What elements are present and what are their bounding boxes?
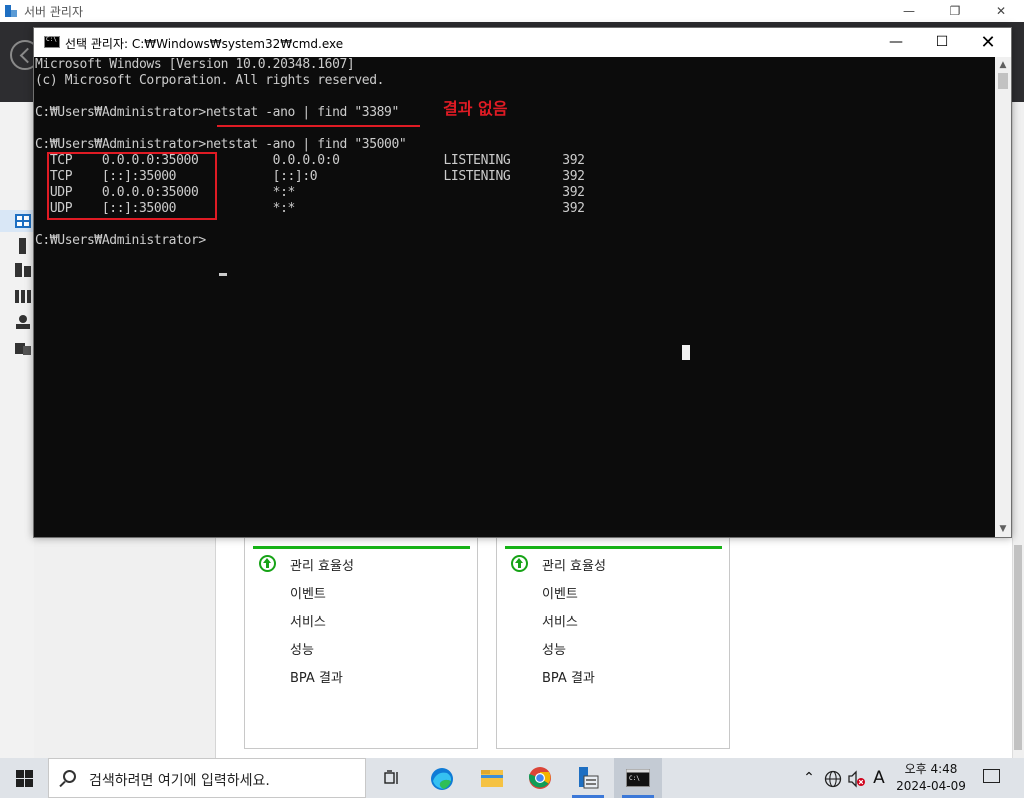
cmd-icon: C:\ [626, 769, 650, 787]
cmd-maximize-button[interactable]: ☐ [919, 28, 965, 57]
taskbar-clock[interactable]: 오후 4:48 2024-04-09 [890, 761, 972, 795]
taskbar-file-explorer-button[interactable] [468, 758, 516, 798]
tile-item-manageability[interactable]: 관리 효율성 [290, 555, 354, 574]
up-arrow-icon [511, 555, 528, 572]
cmd-app-icon [44, 36, 60, 48]
tile-item-events[interactable]: 이벤트 [542, 583, 578, 602]
cmd-console-output[interactable]: Microsoft Windows [Version 10.0.20348.16… [34, 57, 995, 537]
cmd-scrollbar[interactable]: ▲ ▼ [995, 57, 1011, 537]
all-servers-icon[interactable] [14, 262, 32, 278]
text-caret-pointer [682, 345, 690, 360]
start-button[interactable] [0, 758, 46, 798]
clock-date: 2024-04-09 [896, 779, 966, 793]
tile-item-bpa-results[interactable]: BPA 결과 [542, 667, 595, 686]
server-manager-minimize-button[interactable]: — [886, 0, 932, 22]
annotation-underline [217, 125, 420, 127]
file-explorer-icon [481, 770, 503, 787]
windows-logo-icon [25, 770, 33, 778]
console-line: Microsoft Windows [Version 10.0.20348.16… [35, 57, 355, 72]
taskbar: 검색하려면 여기에 입력하세요. C:\ ⌃ A 오후 4:48 2024-04… [0, 758, 1024, 798]
taskbar-server-manager-button[interactable] [564, 758, 612, 798]
server-manager-titlebar: 서버 관리자 — ❐ ✕ [0, 0, 1024, 22]
tile-item-services[interactable]: 서비스 [290, 611, 326, 630]
server-tile: 관리 효율성 이벤트 서비스 성능 BPA 결과 [244, 536, 478, 749]
chrome-browser-icon [529, 767, 551, 789]
console-line: (c) Microsoft Corporation. All rights re… [35, 73, 385, 88]
cmd-title: 선택 관리자: C:₩Windows₩system32₩cmd.exe [65, 37, 344, 51]
windows-logo-icon [25, 779, 33, 787]
cmd-close-button[interactable]: ✕ [965, 28, 1011, 57]
scroll-down-arrow-icon[interactable]: ▼ [995, 521, 1011, 537]
tile-item-services[interactable]: 서비스 [542, 611, 578, 630]
windows-logo-icon [16, 770, 24, 778]
up-arrow-icon [259, 555, 276, 572]
clock-time: 오후 4:48 [904, 762, 958, 776]
tile-item-manageability[interactable]: 관리 효율성 [542, 555, 606, 574]
volume-muted-icon[interactable] [848, 770, 866, 788]
console-cursor [219, 273, 227, 276]
network-globe-icon[interactable] [824, 770, 842, 788]
tile-status-bar [505, 546, 722, 549]
cmd-scroll-thumb[interactable] [998, 73, 1008, 89]
task-view-button[interactable] [368, 758, 416, 798]
server-manager-scroll-thumb[interactable] [1014, 545, 1022, 750]
taskbar-search-box[interactable]: 검색하려면 여기에 입력하세요. [48, 758, 366, 798]
task-view-icon [384, 770, 398, 784]
annotation-highlight-box [47, 152, 217, 220]
server-manager-sidebar [0, 102, 34, 758]
dashboard-icon[interactable] [14, 213, 32, 229]
tile-item-events[interactable]: 이벤트 [290, 583, 326, 602]
windows-logo-icon [16, 779, 24, 787]
server-manager-app-icon [5, 5, 17, 17]
tile-status-bar [253, 546, 470, 549]
server-manager-close-button[interactable]: ✕ [978, 0, 1024, 22]
console-line: C:₩Users₩Administrator>netstat -ano | fi… [35, 137, 407, 152]
tile-item-performance[interactable]: 성능 [290, 639, 314, 658]
cmd-titlebar[interactable]: 선택 관리자: C:₩Windows₩system32₩cmd.exe — ☐ … [34, 28, 1011, 57]
tile-item-bpa-results[interactable]: BPA 결과 [290, 667, 343, 686]
server-manager-title: 서버 관리자 [24, 5, 84, 19]
file-storage-icon[interactable] [14, 288, 32, 304]
notification-center-icon[interactable] [983, 769, 1000, 783]
local-server-icon[interactable] [14, 238, 32, 254]
scroll-up-arrow-icon[interactable]: ▲ [995, 57, 1011, 73]
taskbar-edge-button[interactable] [418, 758, 466, 798]
search-placeholder: 검색하려면 여기에 입력하세요. [89, 773, 270, 789]
console-line: C:₩Users₩Administrator> [35, 233, 206, 248]
edge-browser-icon [431, 768, 453, 790]
show-hidden-icons-button[interactable]: ⌃ [798, 758, 820, 798]
search-icon [63, 770, 76, 783]
input-method-indicator[interactable]: A [868, 758, 890, 798]
server-manager-restore-button[interactable]: ❐ [932, 0, 978, 22]
iis-icon[interactable] [14, 314, 32, 330]
server-manager-gray-panel [34, 536, 216, 758]
taskbar-chrome-button[interactable] [516, 758, 564, 798]
remote-desktop-icon[interactable] [14, 340, 32, 356]
annotation-label: 결과 없음 [443, 99, 508, 118]
console-line: C:₩Users₩Administrator>netstat -ano | fi… [35, 105, 399, 120]
server-manager-header-strip [1012, 22, 1024, 102]
cmd-minimize-button[interactable]: — [873, 28, 919, 57]
tile-item-performance[interactable]: 성능 [542, 639, 566, 658]
server-tile: 관리 효율성 이벤트 서비스 성능 BPA 결과 [496, 536, 730, 749]
cmd-window[interactable]: 선택 관리자: C:₩Windows₩system32₩cmd.exe — ☐ … [33, 27, 1012, 538]
svg-text:C:\: C:\ [629, 775, 640, 782]
taskbar-cmd-button[interactable]: C:\ [614, 758, 662, 798]
server-manager-icon [579, 767, 599, 789]
